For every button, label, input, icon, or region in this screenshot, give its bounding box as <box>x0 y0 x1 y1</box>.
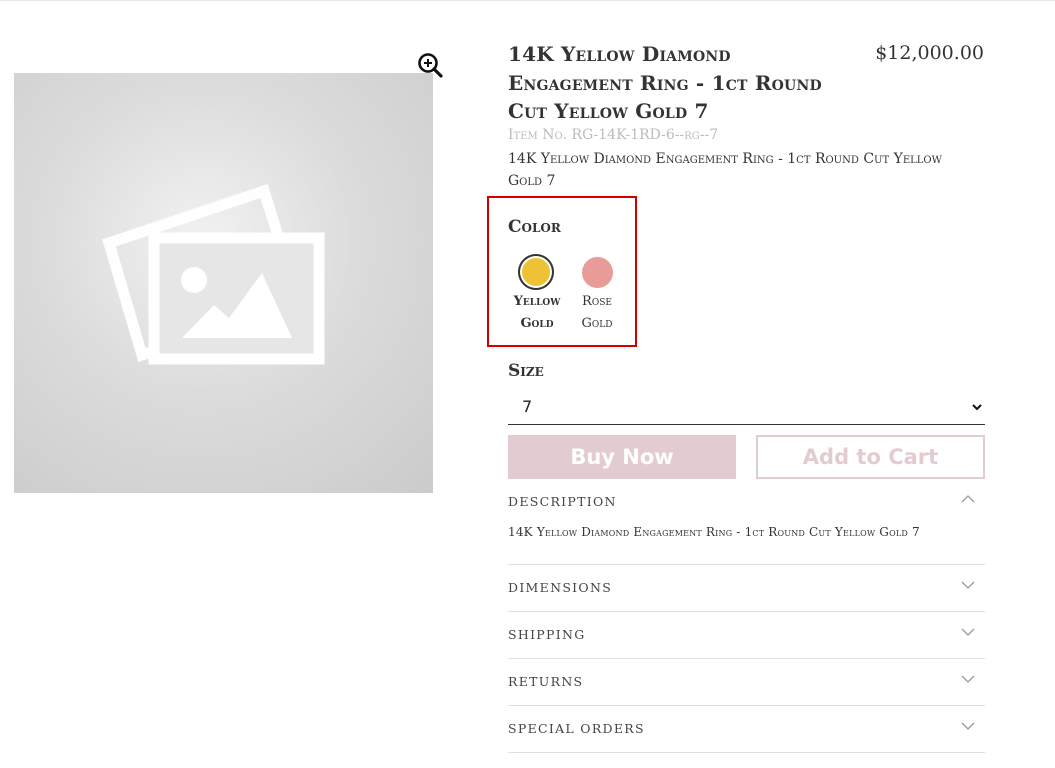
zoom-in-icon[interactable] <box>416 51 444 79</box>
divider <box>508 564 985 565</box>
chevron-down-icon <box>961 581 975 589</box>
product-image[interactable] <box>14 73 433 493</box>
accordion-label: Shipping <box>508 627 586 642</box>
divider <box>508 658 985 659</box>
accordion-label: Special Orders <box>508 721 645 736</box>
product-short-description: 14K Yellow Diamond Engagement Ring - 1ct… <box>508 151 942 189</box>
accordion-special-orders[interactable]: Special Orders <box>508 721 985 737</box>
add-to-cart-button[interactable]: Add to Cart <box>756 435 985 479</box>
size-label: Size <box>508 361 544 381</box>
divider <box>508 611 985 612</box>
image-placeholder-icon <box>102 183 325 365</box>
chevron-down-icon <box>961 722 975 730</box>
accordion-description[interactable]: Description <box>508 494 985 510</box>
divider <box>508 705 985 706</box>
chevron-down-icon <box>961 675 975 683</box>
product-title: 14K Yellow Diamond Engagement Ring - 1ct… <box>508 42 822 123</box>
color-name-rose-gold[interactable]: Rose Gold <box>567 291 627 335</box>
top-border <box>0 0 1055 1</box>
color-swatch-rose-gold[interactable] <box>582 257 613 288</box>
chevron-down-icon <box>961 628 975 636</box>
accordion-shipping[interactable]: Shipping <box>508 627 985 643</box>
accordion-dimensions[interactable]: Dimensions <box>508 580 985 596</box>
divider <box>508 752 985 753</box>
product-price: $12,000.00 <box>875 42 984 64</box>
accordion-returns[interactable]: Returns <box>508 674 985 690</box>
color-name-yellow-gold[interactable]: Yellow Gold <box>507 291 567 335</box>
size-select[interactable]: 7 <box>508 393 985 425</box>
item-number: Item No. RG-14K-1RD-6--rg--7 <box>508 127 719 143</box>
chevron-down-icon <box>972 404 982 411</box>
color-label: Color <box>508 217 561 237</box>
accordion-label: Returns <box>508 674 584 689</box>
color-swatch-yellow-gold[interactable] <box>518 254 554 290</box>
chevron-up-icon <box>961 495 975 503</box>
accordion-label: Description <box>508 494 617 509</box>
buy-now-button[interactable]: Buy Now <box>508 435 736 479</box>
size-selected-value: 7 <box>522 397 533 416</box>
accordion-label: Dimensions <box>508 580 613 595</box>
accordion-description-content: 14K Yellow Diamond Engagement Ring - 1ct… <box>508 525 920 539</box>
